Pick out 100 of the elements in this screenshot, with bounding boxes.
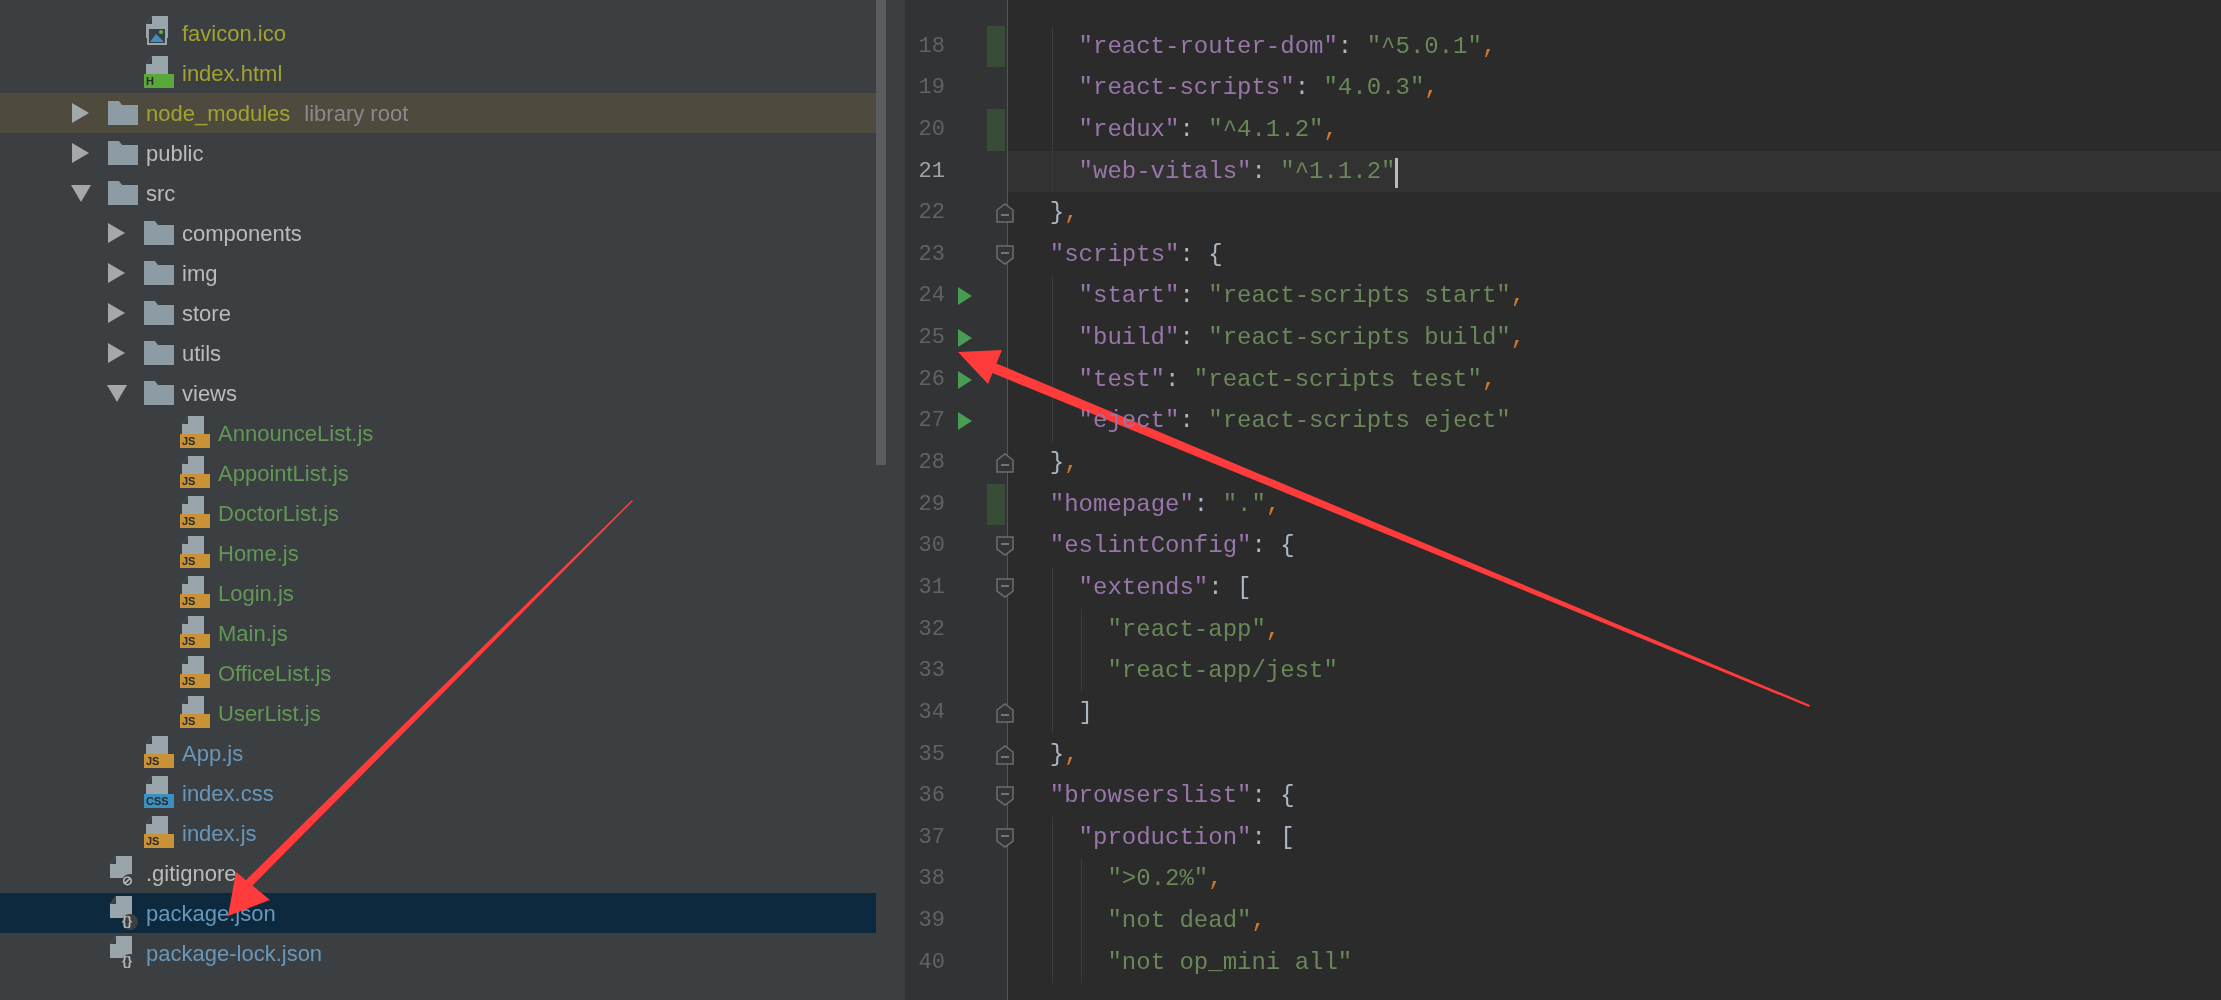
change-marker[interactable]	[987, 108, 1005, 151]
file-row[interactable]: JS index.js	[0, 813, 876, 853]
file-row[interactable]: JS Home.js	[0, 533, 876, 573]
folder-name: components	[182, 219, 302, 248]
folder-row[interactable]: store	[0, 293, 876, 333]
scrollbar-thumb[interactable]	[876, 0, 886, 465]
folder-name: node_modules	[146, 99, 291, 128]
fold-end-icon[interactable]	[995, 203, 1015, 224]
file-row[interactable]: H index.html	[0, 53, 876, 93]
text-cursor	[1395, 158, 1399, 189]
code-line: "web-vitals": "^1.1.2"	[1077, 157, 1396, 185]
file-name: package-lock.json	[146, 939, 323, 968]
fold-collapse-icon[interactable]	[995, 536, 1015, 557]
code-line: "react-scripts": "4.0.3",	[1077, 74, 1439, 102]
caret-right-icon[interactable]	[106, 262, 126, 284]
file-name: index.js	[182, 819, 257, 848]
change-marker[interactable]	[987, 25, 1005, 68]
run-icon[interactable]	[958, 328, 972, 347]
caret-right-icon[interactable]	[106, 302, 126, 324]
code-line: "react-app/jest"	[1106, 657, 1338, 685]
code-line: "redux": "^4.1.2",	[1077, 115, 1338, 143]
file-row[interactable]: JS OfficeList.js	[0, 653, 876, 693]
code-line: "eslintConfig": {	[1048, 532, 1295, 560]
code-line: "react-router-dom": "^5.0.1",	[1077, 32, 1497, 60]
folder-name: views	[182, 379, 237, 408]
file-name: App.js	[182, 739, 244, 768]
file-row[interactable]: JS Login.js	[0, 573, 876, 613]
caret-down-icon[interactable]	[70, 183, 92, 203]
file-name: Main.js	[218, 619, 288, 648]
file-row[interactable]: JS DoctorList.js	[0, 493, 876, 533]
file-row[interactable]: favicon.ico	[0, 13, 876, 53]
file-name: DoctorList.js	[218, 499, 340, 528]
fold-collapse-icon[interactable]	[995, 244, 1015, 265]
file-name: favicon.ico	[182, 19, 286, 48]
run-icon[interactable]	[958, 370, 972, 389]
file-name: Login.js	[218, 579, 294, 608]
code-line: },	[1048, 449, 1079, 477]
file-row[interactable]: ⊘ .gitignore	[0, 853, 876, 893]
folder-icon	[108, 181, 138, 205]
file-row[interactable]: JS App.js	[0, 733, 876, 773]
caret-right-icon[interactable]	[70, 102, 90, 124]
file-name: index.css	[182, 779, 274, 808]
file-name: OfficeList.js	[218, 659, 332, 688]
code-line: "build": "react-scripts build",	[1077, 324, 1526, 352]
file-row[interactable]: JS UserList.js	[0, 693, 876, 733]
change-marker[interactable]	[987, 483, 1005, 526]
file-row[interactable]: JS Main.js	[0, 613, 876, 653]
caret-down-icon[interactable]	[106, 383, 128, 403]
folder-name: src	[146, 179, 176, 208]
file-name: AppointList.js	[218, 459, 349, 488]
file-row[interactable]: {} package.json	[0, 893, 876, 933]
code-line: "start": "react-scripts start",	[1077, 282, 1526, 310]
folder-icon	[144, 341, 174, 365]
code-line: ">0.2%",	[1106, 865, 1223, 893]
run-icon[interactable]	[958, 287, 972, 306]
folder-row[interactable]: utils	[0, 333, 876, 373]
fold-collapse-icon[interactable]	[995, 827, 1015, 848]
folder-icon	[108, 101, 138, 125]
file-name: Home.js	[218, 539, 299, 568]
file-name: UserList.js	[218, 699, 321, 728]
caret-right-icon[interactable]	[106, 222, 126, 244]
code-line: },	[1048, 199, 1079, 227]
folder-row[interactable]: public	[0, 133, 876, 173]
folder-row[interactable]: src	[0, 173, 876, 213]
code-line: "not op_mini all"	[1106, 948, 1353, 976]
folder-name: utils	[182, 339, 222, 368]
folder-name: public	[146, 139, 204, 168]
file-row[interactable]: JS AppointList.js	[0, 453, 876, 493]
file-row[interactable]: JS AnnounceList.js	[0, 413, 876, 453]
folder-row[interactable]: components	[0, 213, 876, 253]
code-line: "production": [	[1077, 823, 1295, 851]
line-number: 21	[917, 157, 945, 186]
folder-row[interactable]: views	[0, 373, 876, 413]
code-line: "react-app",	[1106, 615, 1281, 643]
folder-row[interactable]: img	[0, 253, 876, 293]
fold-collapse-icon[interactable]	[995, 577, 1015, 598]
folder-icon	[144, 381, 174, 405]
caret-right-icon[interactable]	[106, 342, 126, 364]
folder-icon	[144, 261, 174, 285]
file-row[interactable]: {} package-lock.json	[0, 933, 876, 973]
folder-icon	[108, 141, 138, 165]
file-name: index.html	[182, 59, 283, 88]
folder-name: store	[182, 299, 231, 328]
code-line: "not dead",	[1106, 907, 1266, 935]
code-line: "test": "react-scripts test",	[1077, 365, 1497, 393]
code-line: "extends": [	[1077, 573, 1252, 601]
code-line: "browserslist": {	[1048, 782, 1295, 810]
file-name: package.json	[146, 899, 276, 928]
folder-note: library root	[304, 99, 409, 128]
run-icon[interactable]	[958, 412, 972, 431]
folder-icon	[144, 221, 174, 245]
caret-right-icon[interactable]	[70, 142, 90, 164]
file-row[interactable]: CSS index.css	[0, 773, 876, 813]
code-line: "homepage": ".",	[1048, 490, 1281, 518]
code-line: },	[1048, 740, 1079, 768]
fold-end-icon[interactable]	[995, 453, 1015, 474]
code-line: ]	[1077, 698, 1093, 726]
folder-row[interactable]: node_modules library root	[0, 93, 876, 133]
file-name: .gitignore	[146, 859, 237, 888]
fold-collapse-icon[interactable]	[995, 786, 1015, 807]
